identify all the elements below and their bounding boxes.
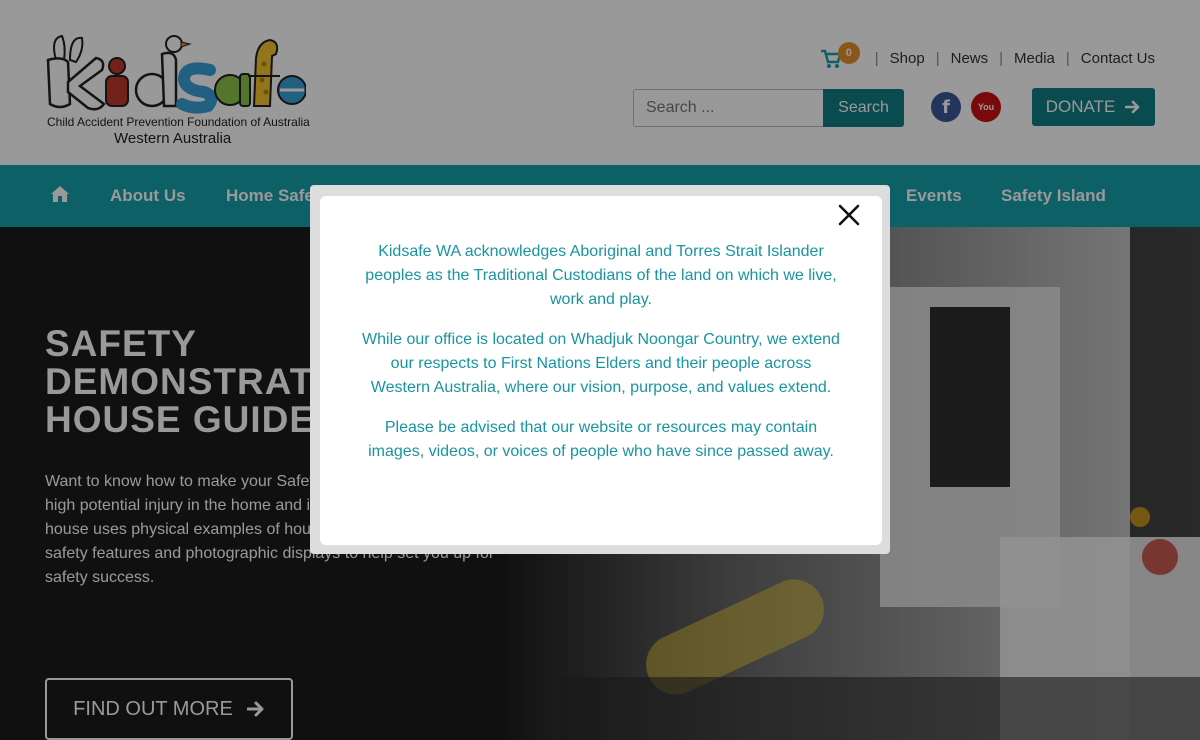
modal-paragraph: While our office is located on Whadjuk N… (362, 331, 840, 396)
modal-paragraph: Kidsafe WA acknowledges Aboriginal and T… (365, 243, 837, 308)
acknowledgement-modal-frame: Kidsafe WA acknowledges Aboriginal and T… (310, 185, 890, 554)
modal-paragraph: Please be advised that our website or re… (368, 419, 834, 460)
modal-body: Kidsafe WA acknowledges Aboriginal and T… (360, 240, 842, 480)
close-icon[interactable] (836, 202, 862, 228)
acknowledgement-modal: Kidsafe WA acknowledges Aboriginal and T… (320, 196, 882, 545)
